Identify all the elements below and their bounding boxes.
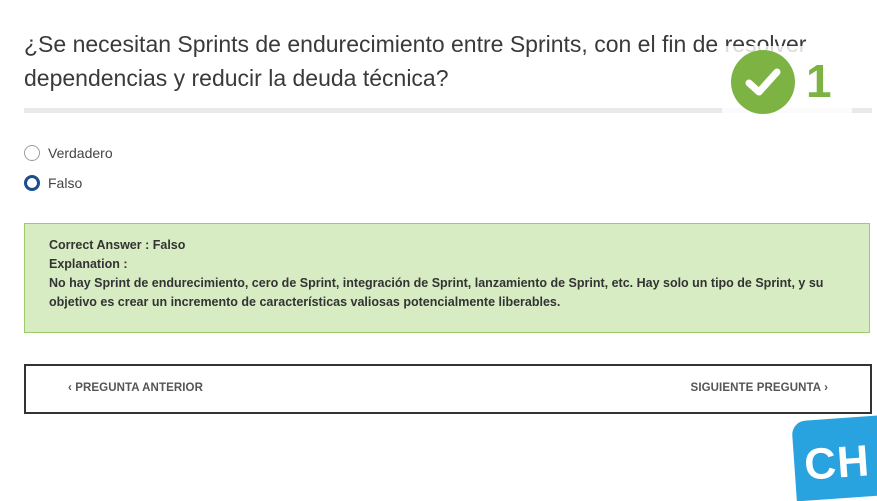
correct-answer: Correct Answer : Falso bbox=[49, 238, 186, 252]
next-question-link[interactable]: SIGUIENTE PREGUNTA › bbox=[691, 382, 828, 394]
previous-question-link[interactable]: ‹ PREGUNTA ANTERIOR bbox=[68, 382, 203, 394]
check-icon bbox=[731, 50, 795, 114]
score-count: 1 bbox=[806, 55, 832, 107]
radio-falso[interactable] bbox=[24, 175, 40, 191]
logo-text: CH bbox=[802, 436, 872, 490]
explanation-label: Explanation : bbox=[49, 257, 128, 271]
ch-logo[interactable]: CH bbox=[791, 414, 877, 501]
option-label: Falso bbox=[48, 175, 83, 191]
option-label: Verdadero bbox=[48, 145, 113, 161]
explanation-text: No hay Sprint de endurecimiento, cero de… bbox=[49, 276, 824, 309]
question-navigation: ‹ PREGUNTA ANTERIOR SIGUIENTE PREGUNTA › bbox=[24, 364, 872, 414]
radio-verdadero[interactable] bbox=[24, 145, 40, 161]
score-badge: 1 bbox=[722, 46, 852, 114]
answer-panel: Correct Answer : Falso Explanation : No … bbox=[24, 223, 870, 333]
